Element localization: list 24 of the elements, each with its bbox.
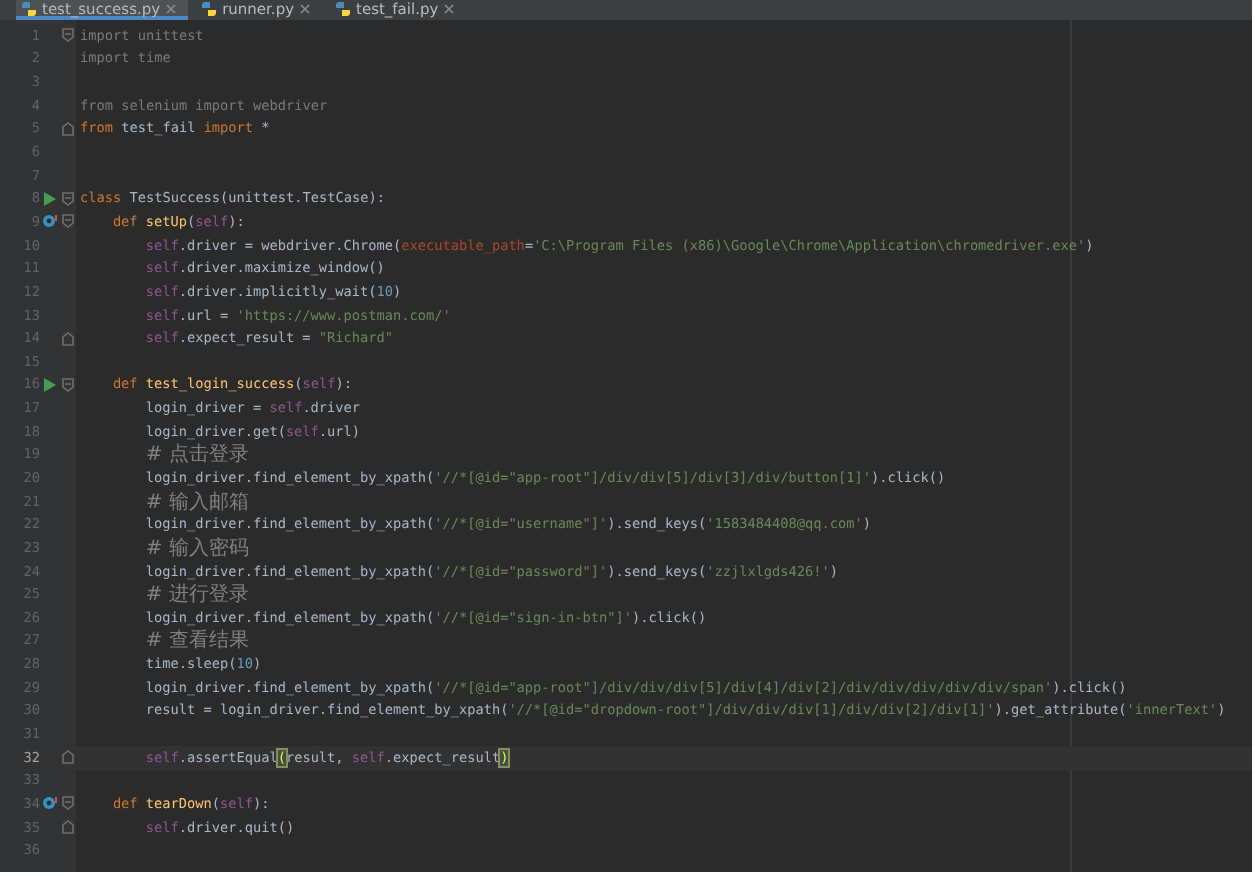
override-icon[interactable]	[42, 796, 58, 811]
code-line: # 进行登录	[145, 581, 249, 609]
fold-marker-icon[interactable]	[62, 28, 74, 43]
close-icon[interactable]	[166, 3, 177, 13]
fold-end-icon[interactable]	[62, 331, 74, 346]
code-line: # 输入邮箱	[145, 489, 249, 516]
override-icon[interactable]	[42, 214, 58, 229]
code-line: # 输入密码	[145, 535, 249, 562]
python-file-icon	[202, 1, 217, 15]
fold-marker-icon[interactable]	[62, 191, 74, 206]
close-icon[interactable]	[444, 3, 455, 13]
fold-marker-icon[interactable]	[62, 796, 74, 811]
fold-end-icon[interactable]	[62, 121, 74, 136]
run-icon[interactable]	[44, 191, 56, 206]
fold-end-icon[interactable]	[62, 750, 74, 765]
code-line: # 点击登录	[145, 441, 249, 469]
run-icon[interactable]	[44, 377, 56, 392]
close-icon[interactable]	[300, 3, 311, 13]
fold-marker-icon[interactable]	[62, 214, 74, 229]
python-file-icon	[336, 1, 351, 15]
code-line: # 查看结果	[145, 627, 249, 655]
python-file-icon	[22, 1, 36, 15]
fold-marker-icon[interactable]	[62, 377, 74, 392]
fold-end-icon[interactable]	[62, 820, 74, 835]
